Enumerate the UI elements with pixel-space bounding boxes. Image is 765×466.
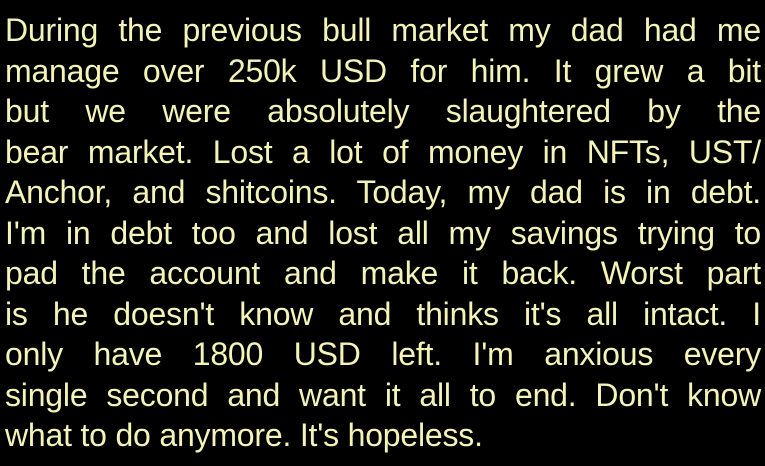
post-line-3: but we were absolutely slaughtered by th… <box>5 93 761 129</box>
post-line-11: what to do anymore. It's hopeless. <box>5 417 483 453</box>
post-line-6: I'm in debt too and lost all my savings … <box>5 214 761 251</box>
post-line-9: only have 1800 USD left. I'm anxious eve… <box>5 336 761 372</box>
post-line-7: pad the account and make it back. Worst … <box>5 255 761 291</box>
post-text: During the previous bull market my dad h… <box>5 10 761 456</box>
post-line-2: manage over 250k USD for him. It grew a … <box>5 52 761 89</box>
post-line-4: bear market. Lost a lot of money in NFTs… <box>5 133 761 170</box>
post-line-1: During the previous bull market my dad h… <box>5 12 761 48</box>
post-line-8: is he doesn't know and thinks it's all i… <box>5 295 761 332</box>
post-line-10: single second and want it all to end. Do… <box>5 376 761 413</box>
post-line-5: Anchor, and shitcoins. Today, my dad is … <box>5 174 761 210</box>
